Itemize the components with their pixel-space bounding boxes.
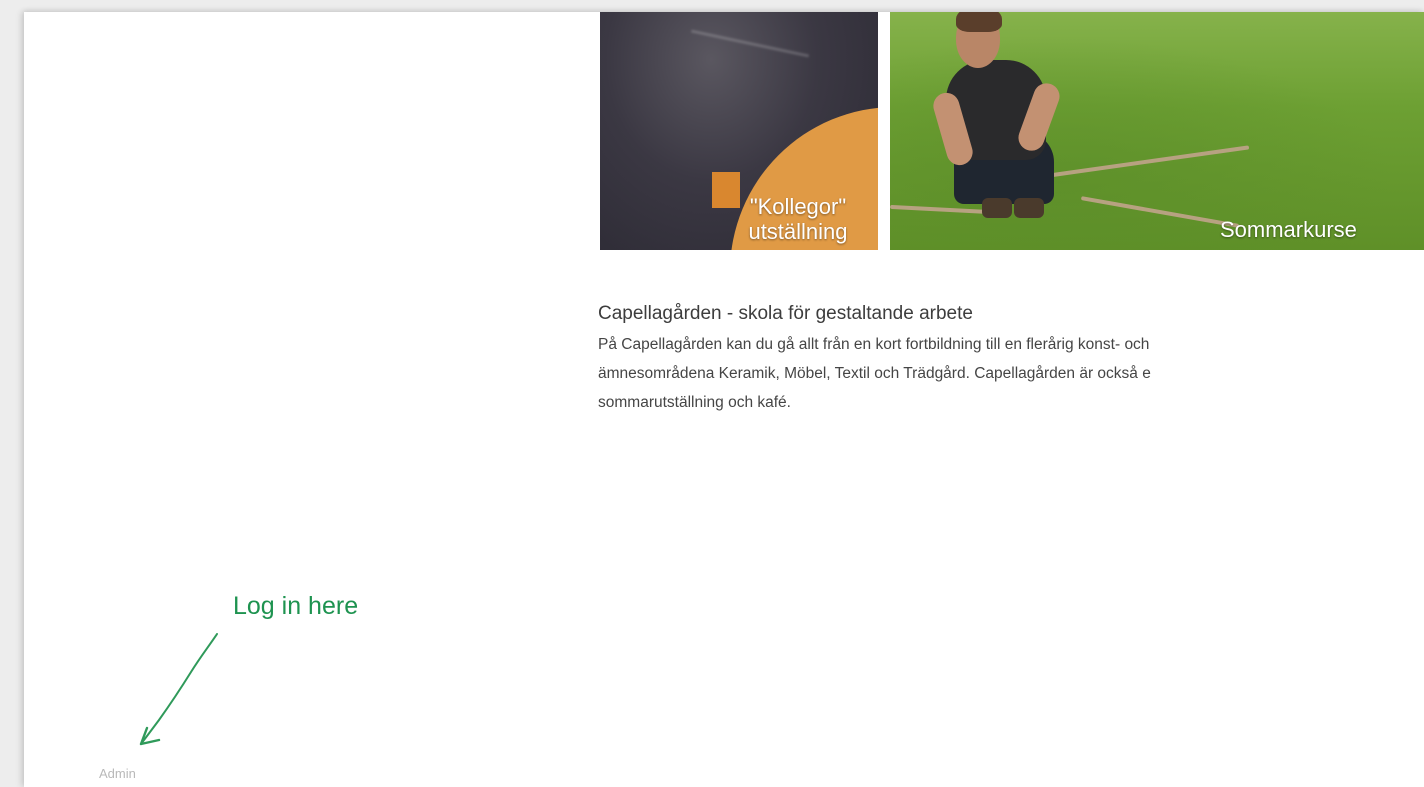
background-streak	[690, 29, 810, 58]
intro-line: sommarutställning och kafé.	[598, 394, 791, 411]
annotation-arrow-icon	[139, 633, 218, 746]
admin-login-link[interactable]: Admin	[99, 766, 136, 781]
kollegor-caption-line2: utställning	[748, 219, 848, 244]
branch-graphic	[1040, 145, 1250, 179]
person-photo-hair	[956, 12, 1002, 32]
intro-text: På Capellagården kan du gå allt från en …	[598, 330, 1424, 417]
page: "Kollegor" utställning Sommarkurse Capel…	[24, 12, 1424, 787]
intro-title: Capellagården - skola för gestaltande ar…	[598, 303, 973, 324]
kollegor-exhibition-tile[interactable]: "Kollegor" utställning	[600, 12, 878, 250]
intro-line: På Capellagården kan du gå allt från en …	[598, 336, 1150, 353]
intro-line: ämnesområdena Keramik, Möbel, Textil och…	[598, 365, 1151, 382]
kollegor-caption-line1: "Kollegor"	[749, 194, 847, 219]
summer-courses-caption: Sommarkurse	[1220, 217, 1357, 242]
person-photo-boot	[1014, 198, 1044, 218]
kollegor-caption: "Kollegor" utställning	[728, 194, 868, 244]
log-in-annotation: Log in here	[233, 592, 359, 620]
person-photo-boot	[982, 198, 1012, 218]
intro-section: Capellagården - skola för gestaltande ar…	[598, 302, 1424, 417]
summer-courses-tile[interactable]: Sommarkurse	[890, 12, 1424, 250]
branch-graphic	[1080, 196, 1240, 228]
